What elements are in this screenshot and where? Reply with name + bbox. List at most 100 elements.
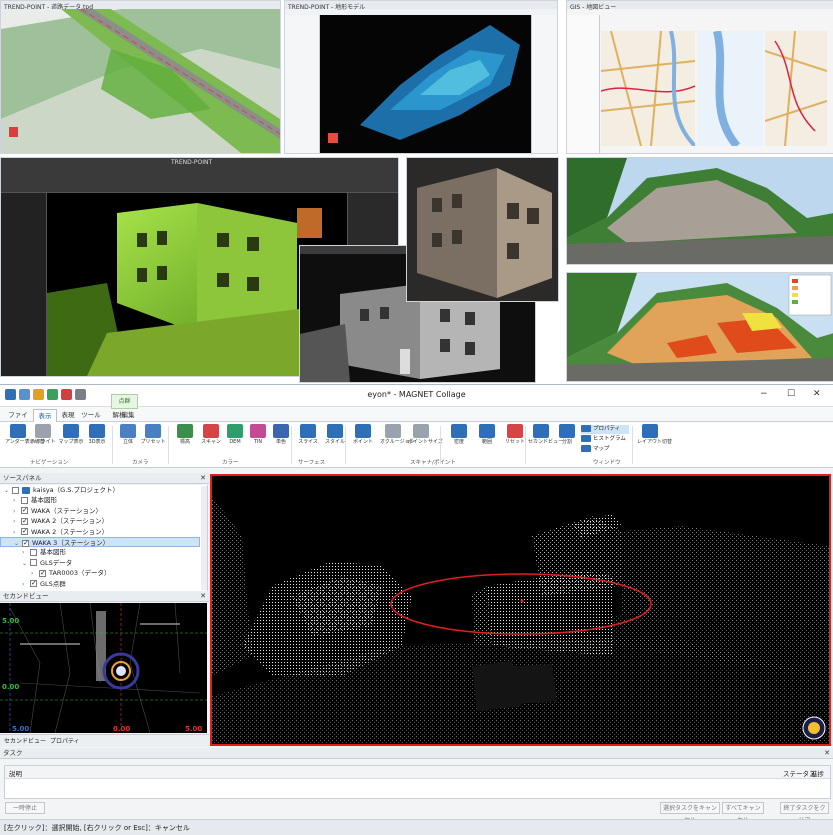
axis-label-x-center: 0.00 [113,725,131,733]
visibility-checkbox[interactable] [30,559,37,567]
cube-icon [89,424,105,438]
scrollbar[interactable] [201,486,207,590]
ribbon-button-label: 分割 [561,439,572,445]
ribbon-small-item[interactable]: マップ [581,445,629,454]
tab-display[interactable]: 表現 [58,409,78,421]
density-button[interactable]: 密度 [446,424,472,456]
ribbon-button-label: スライス [298,439,318,445]
terrain-3d-view [320,15,531,153]
range-button[interactable]: 範囲 [474,424,500,456]
ribbon-button-label: オクルージョン [380,439,415,445]
ribbon-separator [291,426,292,464]
minimize-button[interactable]: − [760,389,768,399]
axis-label-y-mid: 0.00 [2,683,20,691]
ribbon-group-label: カラー [222,460,239,466]
tree-item-label: WAKA（ステーション） [31,506,102,515]
close-icon[interactable]: ✕ [200,473,206,484]
map-button[interactable]: マップ表示 [58,424,84,456]
visibility-checkbox[interactable] [21,526,28,536]
column-progress[interactable]: 進捗 [811,768,824,778]
scan-button[interactable]: スキャン [198,424,224,456]
tree-item[interactable]: ⌄WAKA 3（ステーション） [0,537,200,548]
layout-icon [642,424,658,438]
map-sidebar [567,15,600,153]
ribbon-button-label: プリセット [140,439,166,445]
tree-item-label: GLS点群 [40,579,66,588]
clear-finished-tasks-button[interactable]: 終了タスクをクリア [780,802,829,824]
box-icon [120,424,136,438]
tree-item[interactable]: ›WAKA 2（ステーション） [0,516,200,526]
maximize-button[interactable]: ☐ [787,389,795,399]
window-title: TREND-POINT [171,159,213,166]
visibility-checkbox[interactable] [39,568,46,578]
tab-second-view[interactable]: セカンドビュー [4,736,46,745]
tree-item[interactable]: › GLS点群 [0,578,200,590]
axis-label-y-top: 5.00 [2,617,20,625]
close-icon[interactable]: ✕ [824,748,830,759]
ribbon-button-label: アンダー表示切替 [5,439,45,445]
ribbon-separator [525,426,526,464]
slice-button[interactable]: スライス [295,424,321,456]
elevation-button[interactable]: 標高 [172,424,198,456]
main-3d-view[interactable] [210,474,831,746]
highlight-button[interactable]: ハイライト [30,424,56,456]
box-button[interactable]: 立体 [115,424,141,456]
ribbon-small-item-label: プロパティ [593,426,621,432]
visibility-checkbox[interactable] [21,496,28,504]
ribbon-button-label: 3D表示 [88,439,106,445]
visibility-checkbox[interactable] [22,538,29,548]
close-button[interactable]: ✕ [813,389,821,399]
ribbon-small-item-label: ヒストグラム [593,436,626,442]
visibility-checkbox[interactable] [30,548,37,556]
column-description[interactable]: 説明 [9,768,22,778]
context-tab-header: 点群 [111,394,138,409]
visibility-checkbox[interactable] [21,505,28,515]
scan-icon [203,424,219,438]
ribbon-group-label: スキャナ/ポイント [410,460,456,466]
tree-item[interactable]: ›TAR0003（データ） [0,568,200,578]
point-size-button[interactable]: ポイントサイズ [408,424,443,456]
screenshot-gis-map: GIS - 地図ビュー [566,0,833,154]
visibility-checkbox[interactable] [21,516,28,526]
split-button[interactable]: 分割 [554,424,580,456]
pause-button[interactable]: 一時停止 [5,802,45,814]
visibility-checkbox[interactable] [12,486,19,494]
tab-file[interactable]: ファイル [6,409,30,431]
layers-button[interactable]: アンダー表示切替 [5,424,45,456]
axis-label-x-left: 5.00 [12,725,30,733]
tree-item[interactable]: › 基本図形 [0,495,200,505]
tree-item-label: kaisya（G.S.プロジェクト） [33,486,119,494]
tab-properties[interactable]: プロパティ [50,736,80,745]
close-icon[interactable]: ✕ [200,591,206,602]
project-icon [22,486,30,494]
second-view-canvas[interactable] [0,603,207,733]
tree-item[interactable]: ⌄ GLSデータ [0,558,200,568]
cancel-selected-task-button[interactable]: 選択タスクをキャンセル [660,802,720,824]
tree-item[interactable]: ›WAKA（ステーション） [0,505,200,516]
tab-view[interactable]: 表示 [33,409,57,422]
task-table: 説明 ステータス 進捗 [4,765,831,799]
tree-item[interactable]: ⌄ kaisya（G.S.プロジェクト） [0,485,200,495]
chevron-right-icon[interactable]: › [22,580,30,590]
tree-item[interactable]: ›WAKA 2（ステーション） [0,526,200,537]
cube-button[interactable]: 3D表示 [84,424,110,456]
ribbon-small-item[interactable]: プロパティ [581,425,629,434]
tree-item-label: 基本図形 [40,548,66,557]
axis-label-x-right: 5.00 [185,725,203,733]
ribbon-small-item[interactable]: ヒストグラム [581,435,629,444]
reset-icon [507,424,523,438]
occlusion-button[interactable]: オクルージョン [380,424,415,456]
visibility-checkbox[interactable] [30,578,37,588]
tab-edit[interactable]: 編集 [119,409,137,421]
tab-tools[interactable]: ツール [80,409,102,421]
target-button[interactable]: ポイント [350,424,376,456]
layout-button[interactable]: レイアウト切替 [637,424,672,456]
cancel-all-button[interactable]: すべてキャンセル [722,802,764,824]
panel-icon [581,445,591,452]
ribbon-small-item-label: マップ [593,446,610,452]
preset-button[interactable]: プリセット [140,424,166,456]
window-button[interactable]: セカンドビュー [528,424,563,456]
point-size-icon [413,424,429,438]
ribbon-group-label: ウィンドウ [593,460,621,466]
tree-item[interactable]: › 基本図形 [0,547,200,557]
